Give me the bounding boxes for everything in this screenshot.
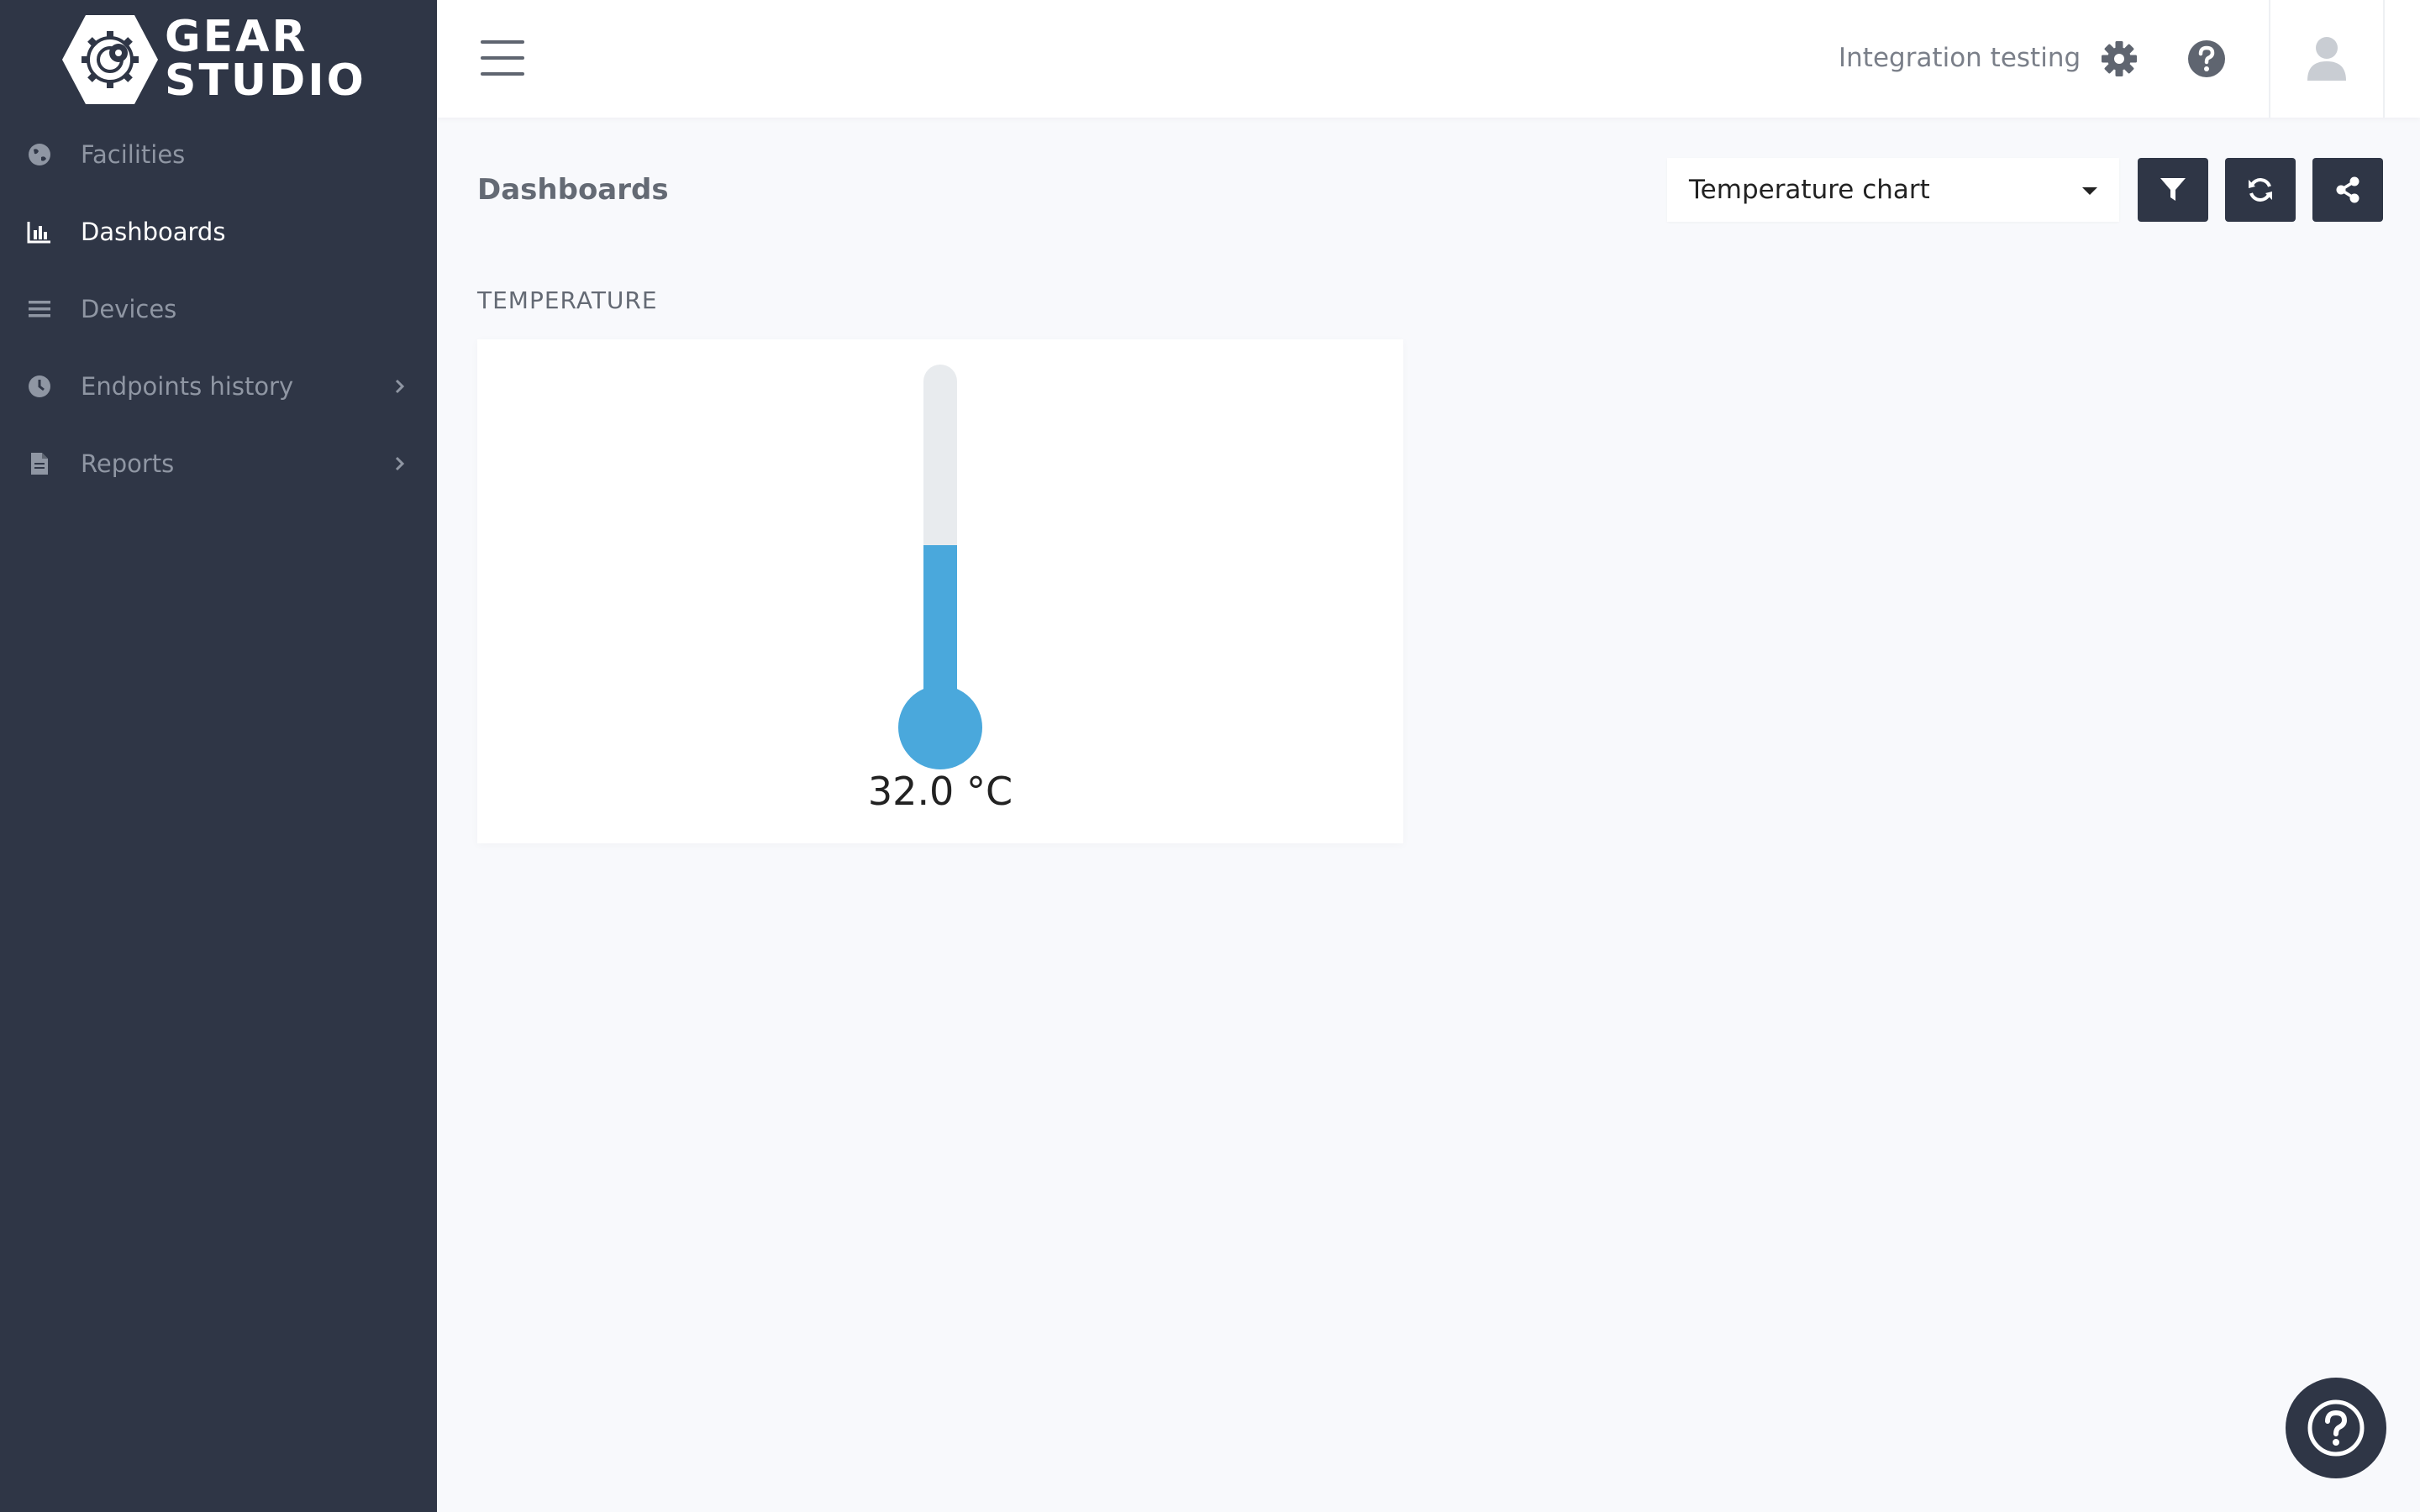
- brand-line-2: STUDIO: [165, 55, 366, 106]
- brand-text: GEAR STUDIO: [165, 15, 366, 102]
- caret-down-icon: [2082, 187, 2097, 195]
- sidebar-nav: Facilities Dashboards Devices Endpoints …: [0, 116, 437, 502]
- user-menu[interactable]: [2269, 0, 2385, 118]
- share-button[interactable]: [2312, 158, 2383, 222]
- dashboard-select[interactable]: Temperature chart: [1667, 158, 2119, 222]
- sidebar-item-label: Reports: [81, 449, 175, 478]
- chevron-right-icon: [395, 456, 405, 471]
- organization-name[interactable]: Integration testing: [1839, 40, 2081, 76]
- filter-button[interactable]: [2138, 158, 2208, 222]
- help-icon[interactable]: [2186, 39, 2227, 79]
- floating-help-button[interactable]: [2286, 1378, 2386, 1478]
- user-icon: [2307, 37, 2346, 81]
- chevron-right-icon: [395, 379, 405, 394]
- temperature-value: 32.0 °C: [867, 769, 1013, 814]
- filter-icon: [2160, 178, 2186, 201]
- help-icon: [2307, 1399, 2365, 1457]
- menu-icon[interactable]: [481, 40, 524, 76]
- widget-title: TEMPERATURE: [477, 286, 658, 314]
- sidebar-item-reports[interactable]: Reports: [0, 425, 437, 502]
- sidebar-item-label: Dashboards: [81, 218, 226, 246]
- clock-icon: [29, 375, 50, 397]
- list-icon: [29, 301, 50, 318]
- sidebar-item-facilities[interactable]: Facilities: [0, 116, 437, 193]
- sidebar-item-label: Endpoints history: [81, 372, 294, 401]
- temperature-widget-card: 32.0 °C: [477, 339, 1403, 843]
- top-bar: Integration testing: [437, 0, 2420, 118]
- sidebar-item-label: Devices: [81, 295, 177, 323]
- sidebar-item-label: Facilities: [81, 140, 186, 169]
- share-icon: [2336, 176, 2360, 203]
- refresh-icon: [2249, 178, 2272, 202]
- sidebar-item-endpoints-history[interactable]: Endpoints history: [0, 348, 437, 425]
- sidebar-item-dashboards[interactable]: Dashboards: [0, 193, 437, 270]
- refresh-button[interactable]: [2225, 158, 2296, 222]
- gear-studio-logo[interactable]: GEAR STUDIO: [60, 12, 397, 108]
- gear-icon[interactable]: [2099, 39, 2139, 79]
- thermometer-bulb: [898, 685, 982, 769]
- dashboard-select-value: Temperature chart: [1689, 175, 1930, 205]
- bar-chart-icon: [27, 222, 50, 244]
- brand-line-1: GEAR: [165, 12, 308, 62]
- gear-logo-icon: [62, 15, 158, 104]
- globe-icon: [29, 144, 50, 165]
- sidebar: GEAR STUDIO Facilities Dashboards Device…: [0, 0, 437, 1512]
- sidebar-item-devices[interactable]: Devices: [0, 270, 437, 348]
- page-title: Dashboards: [477, 173, 669, 207]
- file-icon: [31, 453, 48, 475]
